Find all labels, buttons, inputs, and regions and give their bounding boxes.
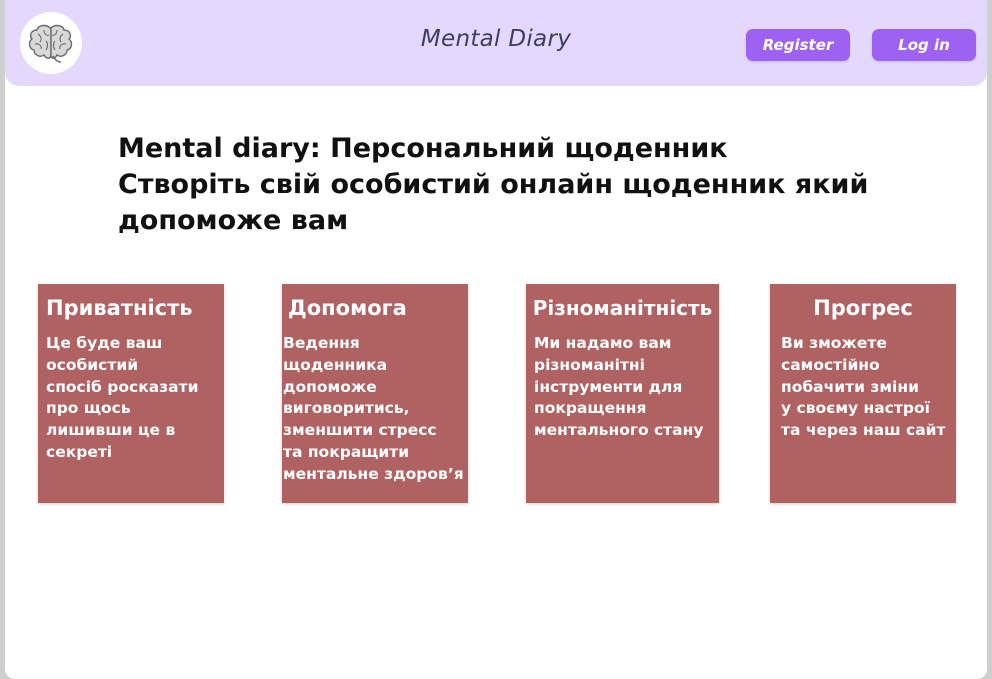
- feature-card-progress: Прогрес Ви зможете самостійно побачити з…: [770, 284, 956, 503]
- login-button[interactable]: Log in: [872, 29, 976, 61]
- hero-heading: Mental diary: Персональний щоденник Ство…: [118, 131, 898, 239]
- feature-card-title: Допомога: [288, 296, 407, 320]
- hero-line-2: Створіть свій особистий онлайн щоденник …: [118, 169, 869, 200]
- header: Mental Diary Register Log in: [5, 0, 987, 86]
- feature-card-privacy: Приватність Це буде ваш особистий спосіб…: [38, 284, 224, 503]
- feature-card-title: Прогрес: [813, 296, 913, 320]
- feature-card-title: Різноманітність: [532, 296, 713, 320]
- register-button[interactable]: Register: [746, 29, 850, 61]
- feature-card-text: Ведення щоденника допоможе виговоритись,…: [283, 334, 464, 483]
- feature-card-text: Це буде ваш особистий спосіб росказати п…: [46, 334, 199, 461]
- feature-card-variety: Різноманітність Ми надамо вам різноманіт…: [526, 284, 719, 503]
- feature-card-text: Ми надамо вам різноманітні інструменти д…: [534, 334, 704, 440]
- feature-card-help: Допомога Ведення щоденника допоможе виго…: [282, 284, 468, 503]
- hero-line-1: Mental diary: Персональний щоденник: [118, 133, 728, 164]
- feature-card-text: Ви зможете самостійно побачити зміни у с…: [781, 334, 946, 440]
- page: Mental Diary Register Log in Mental diar…: [5, 0, 987, 679]
- feature-card-title: Приватність: [46, 296, 193, 320]
- hero-line-3: допоможе вам: [118, 205, 349, 236]
